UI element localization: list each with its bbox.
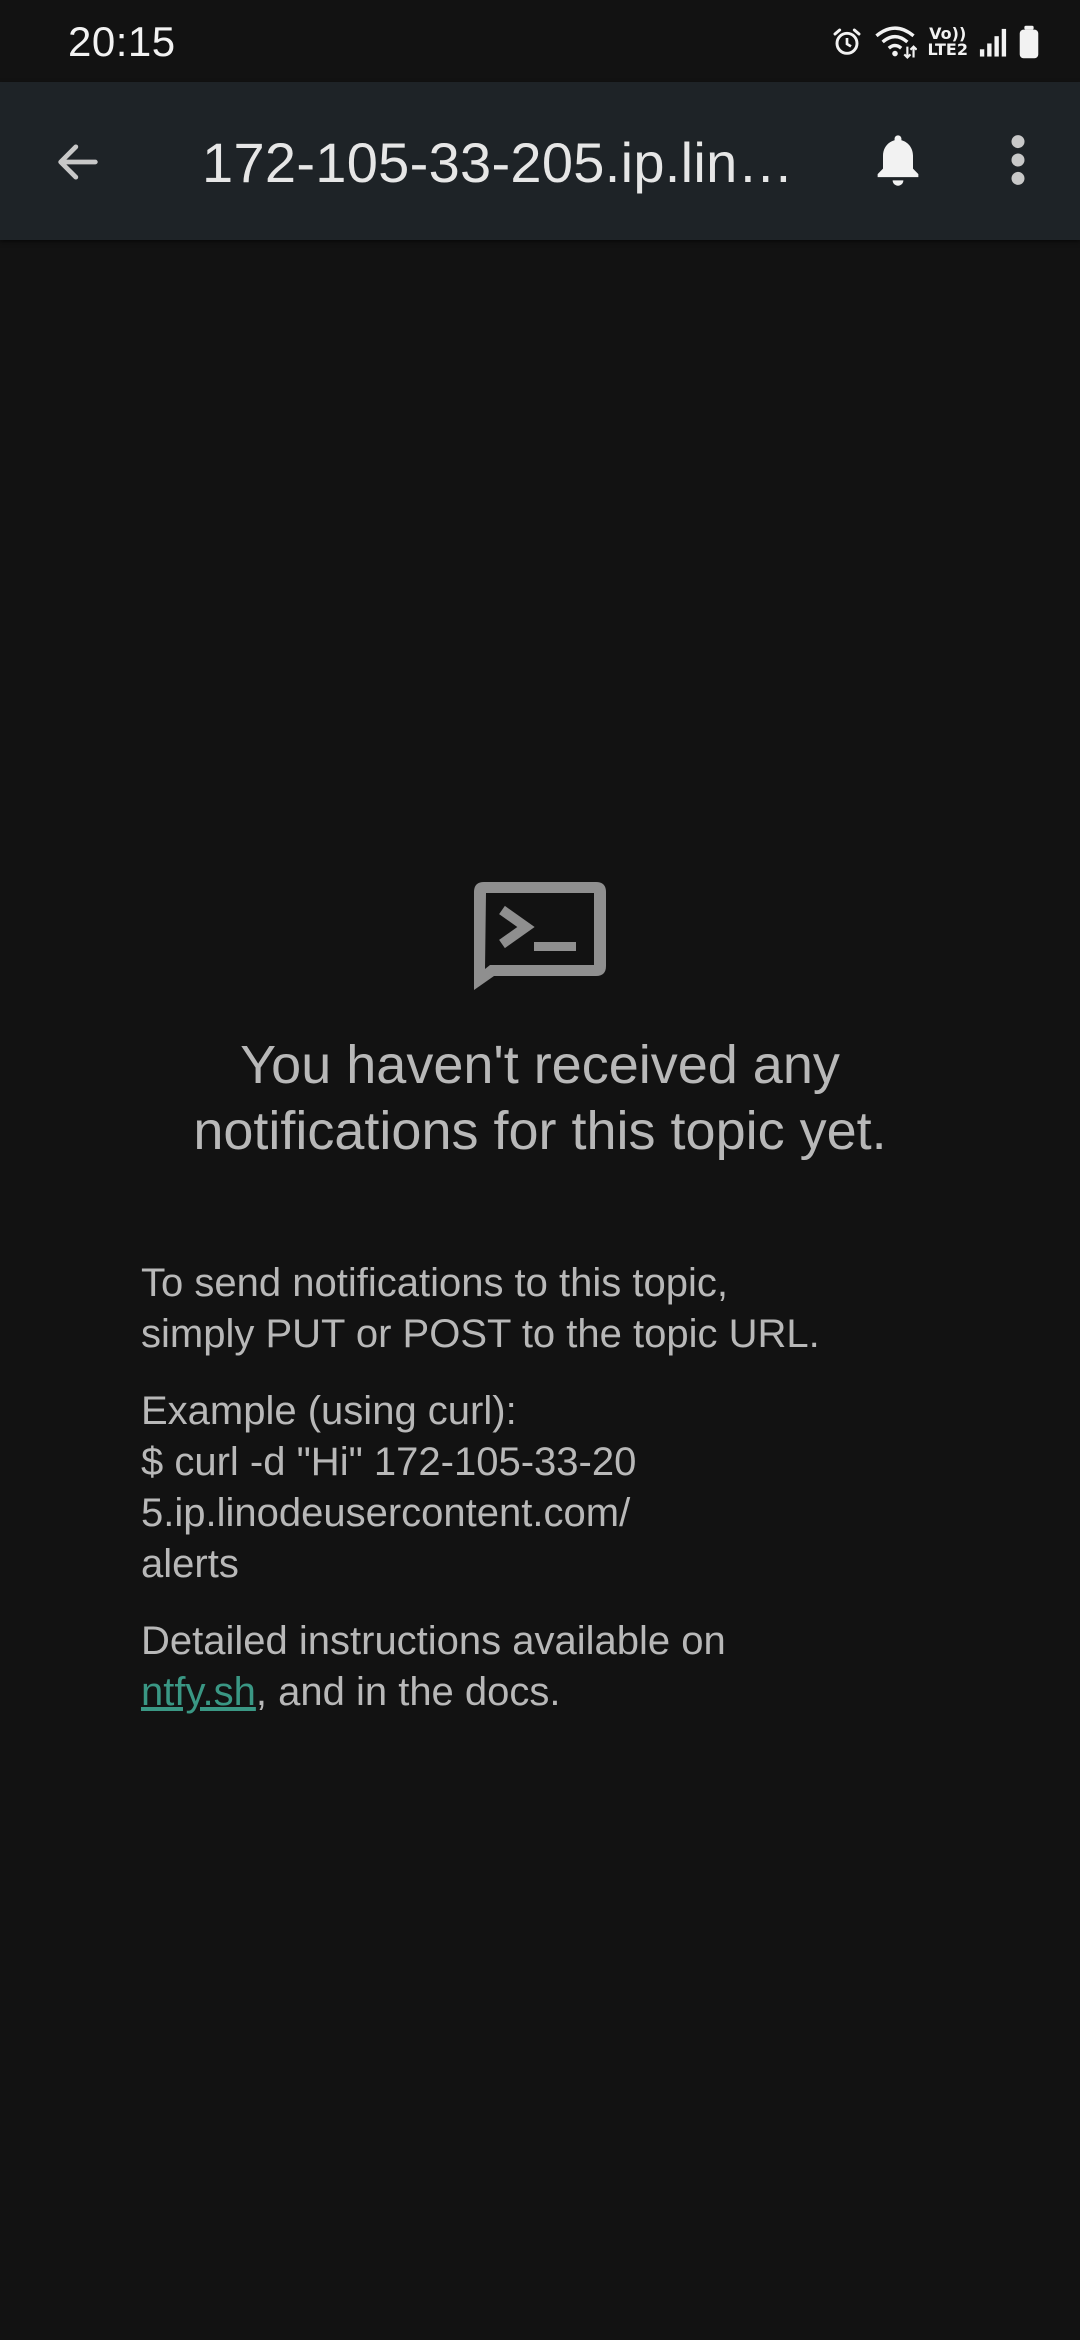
example-cmd3: alerts xyxy=(141,1542,239,1586)
send-instructions: To send notifications to this topic, sim… xyxy=(141,1258,941,1360)
volte-bottom: LTE2 xyxy=(927,40,968,59)
status-time: 20:15 xyxy=(68,18,176,65)
send-line1: To send notifications to this topic, xyxy=(141,1261,728,1305)
status-bar: 20:15 Vo)) LTE2 xyxy=(0,0,1080,82)
wifi-icon xyxy=(873,25,918,59)
empty-heading-line1: You haven't received any xyxy=(240,1035,840,1095)
volte-icon: Vo)) LTE2 xyxy=(927,26,968,58)
signal-icon xyxy=(978,26,1008,58)
curl-example: Example (using curl): $ curl -d "Hi" 172… xyxy=(141,1386,941,1590)
bell-icon xyxy=(872,130,924,195)
more-vert-icon xyxy=(1008,134,1028,191)
empty-heading-line2: notifications for this topic yet. xyxy=(193,1101,887,1161)
back-button[interactable] xyxy=(40,126,116,202)
docs-suffix: , and in the docs. xyxy=(255,1670,561,1714)
instructions: To send notifications to this topic, sim… xyxy=(141,1258,941,1744)
notification-settings-button[interactable] xyxy=(860,122,936,202)
topic-title: 172-105-33-205.ip.linodeusercontent.com/… xyxy=(202,131,802,194)
more-options-button[interactable] xyxy=(990,122,1046,202)
docs-line: ntfy.sh, and in the docs. xyxy=(141,1667,941,1718)
example-cmd2: 5.ip.linodeusercontent.com/ xyxy=(141,1491,631,1535)
alarm-icon xyxy=(831,26,863,58)
send-line2: simply PUT or POST to the topic URL. xyxy=(141,1312,820,1356)
empty-state-heading: You haven't received any notifications f… xyxy=(80,1032,1000,1164)
status-icons: Vo)) LTE2 xyxy=(831,22,1040,62)
ntfy-link[interactable]: ntfy.sh xyxy=(141,1670,256,1714)
arrow-back-icon xyxy=(52,136,104,193)
docs-info: Detailed instructions available on ntfy.… xyxy=(141,1616,941,1718)
example-label: Example (using curl): xyxy=(141,1389,517,1433)
docs-prefix: Detailed instructions available on xyxy=(141,1619,726,1663)
example-cmd1: $ curl -d "Hi" 172-105-33-20 xyxy=(141,1440,637,1484)
screen: 20:15 Vo)) LTE2 172-105-33-205.ip.linod … xyxy=(0,0,1080,2340)
app-toolbar: 172-105-33-205.ip.linodeusercontent.com/… xyxy=(0,82,1080,240)
terminal-message-icon xyxy=(472,880,608,992)
battery-icon xyxy=(1018,25,1040,59)
